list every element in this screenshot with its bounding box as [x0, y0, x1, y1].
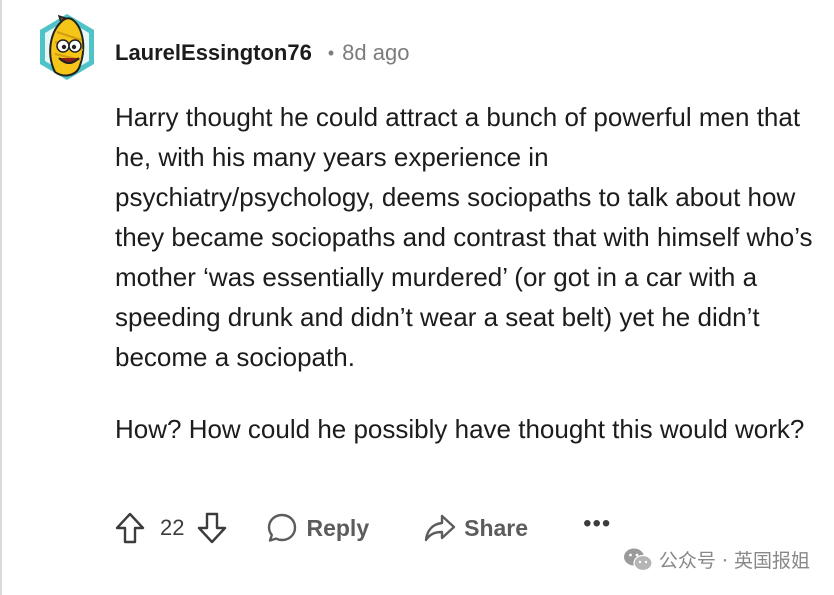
comment-paragraph: How? How could he possibly have thought … [115, 414, 805, 444]
arrow-up-icon [115, 512, 145, 544]
avatar[interactable] [37, 12, 97, 82]
thread-line [0, 0, 2, 595]
share-arrow-icon [424, 514, 456, 542]
share-button[interactable]: Share [424, 513, 528, 543]
comment-paragraph: Harry thought he could attract a bunch o… [115, 102, 813, 372]
vote-count: 22 [160, 515, 185, 540]
comment-header: LaurelEssington76 • 8d ago [115, 38, 409, 68]
reply-label: Reply [306, 514, 370, 541]
arrow-down-icon [198, 512, 227, 544]
wechat-icon [623, 548, 653, 571]
comment-body: Harry thought he could attract a bunch o… [115, 97, 815, 449]
reply-button[interactable]: Reply [266, 512, 369, 544]
speech-bubble-icon [268, 513, 297, 542]
share-label: Share [464, 514, 529, 541]
more-options-button[interactable]: ••• [583, 512, 611, 542]
banana-character-avatar-icon [40, 14, 94, 80]
upvote-button[interactable] [112, 510, 148, 546]
downvote-button[interactable] [194, 510, 230, 546]
username[interactable]: LaurelEssington76 [115, 40, 312, 66]
comment-actions: 22 Reply Share ••• [112, 508, 611, 548]
timestamp[interactable]: 8d ago [342, 40, 409, 66]
watermark: 公众号 · 英国报姐 [623, 546, 810, 573]
watermark-text: 公众号 · 英国报姐 [658, 550, 810, 572]
meta-separator: • [327, 42, 335, 63]
